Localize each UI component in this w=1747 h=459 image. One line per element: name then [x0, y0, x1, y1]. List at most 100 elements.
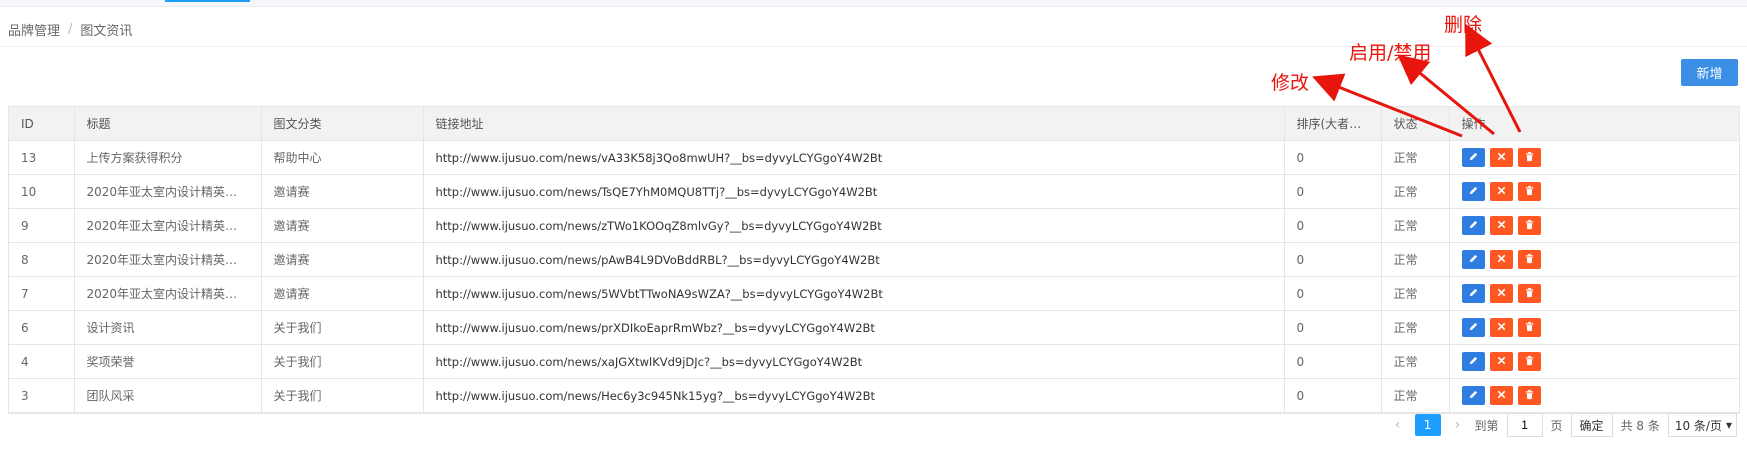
cell-id: 4 [9, 344, 75, 379]
close-icon [1496, 389, 1507, 403]
toggle-status-button[interactable] [1489, 284, 1513, 303]
table-header-row: ID 标题 图文分类 链接地址 排序(大者靠... 状态 操作 [9, 107, 1739, 141]
edit-button[interactable] [1461, 284, 1485, 303]
cell-title: 奖项荣誉 [74, 344, 262, 379]
edit-button[interactable] [1461, 352, 1485, 371]
current-page-button[interactable]: 1 [1414, 414, 1441, 436]
pagination: ‹ 1 › 到第 页 确定 共 8 条 10 条/页 ▾ [1389, 412, 1737, 438]
cell-url: http://www.ijusuo.com/news/vA33K58j3Qo8m… [423, 140, 1285, 175]
cell-url: http://www.ijusuo.com/news/5WVbtTTwoNA9s… [423, 276, 1285, 311]
pencil-icon [1468, 389, 1479, 403]
table-row: 10 2020年亚太室内设计精英邀请赛 邀请赛 http://www.ijusuo.c… [9, 174, 1739, 209]
close-icon [1496, 321, 1507, 335]
pencil-icon [1468, 355, 1479, 369]
delete-button[interactable] [1517, 318, 1541, 337]
cell-category: 邀请赛 [261, 208, 424, 243]
header-category[interactable]: 图文分类 [261, 107, 424, 141]
delete-button[interactable] [1517, 182, 1541, 201]
edit-button[interactable] [1461, 318, 1485, 337]
cell-category: 邀请赛 [261, 174, 424, 209]
cell-id: 8 [9, 242, 75, 277]
cell-title: 2020年亚太室内设计精英邀请... [74, 276, 262, 311]
cell-sort: 0 [1284, 378, 1382, 413]
cell-category: 关于我们 [261, 344, 424, 379]
edit-button[interactable] [1461, 148, 1485, 167]
header-title[interactable]: 标题 [74, 107, 262, 141]
cell-status: 正常 [1381, 208, 1450, 243]
cell-category: 关于我们 [261, 310, 424, 345]
cell-category: 邀请赛 [261, 242, 424, 277]
edit-button[interactable] [1461, 386, 1485, 405]
cell-category: 关于我们 [261, 378, 424, 413]
table-row: 7 2020年亚太室内设计精英邀请... 邀请赛 http://www.ijusuo.… [9, 276, 1739, 311]
header-sort[interactable]: 排序(大者靠... [1284, 107, 1382, 141]
annotation-delete: 删除 [1444, 14, 1483, 36]
breadcrumb-divider [0, 46, 1747, 47]
close-icon [1496, 185, 1507, 199]
cell-sort: 0 [1284, 344, 1382, 379]
cell-status: 正常 [1381, 242, 1450, 277]
goto-confirm-button[interactable]: 确定 [1570, 413, 1613, 437]
toggle-status-button[interactable] [1489, 386, 1513, 405]
table-row: 6 设计资讯 关于我们 http://www.ijusuo.com/news/prXD… [9, 310, 1739, 345]
cell-title: 设计资讯 [74, 310, 262, 345]
cell-category: 帮助中心 [261, 140, 424, 175]
breadcrumb: 品牌管理 / 图文资讯 [8, 19, 132, 39]
toggle-status-button[interactable] [1489, 216, 1513, 235]
toggle-status-button[interactable] [1489, 318, 1513, 337]
header-status[interactable]: 状态 [1381, 107, 1450, 141]
edit-button[interactable] [1461, 216, 1485, 235]
top-tab-bar [0, 0, 1747, 7]
cell-status: 正常 [1381, 276, 1450, 311]
table-row: 9 2020年亚太室内设计精英邀请... 邀请赛 http://www.ijusuo.… [9, 208, 1739, 243]
cell-sort: 0 [1284, 140, 1382, 175]
trash-icon [1524, 253, 1535, 267]
cell-id: 9 [9, 208, 75, 243]
news-table: ID 标题 图文分类 链接地址 排序(大者靠... 状态 操作 13 上传方案获得… [8, 106, 1740, 414]
delete-button[interactable] [1517, 250, 1541, 269]
cell-sort: 0 [1284, 174, 1382, 209]
cell-sort: 0 [1284, 276, 1382, 311]
cell-actions [1449, 310, 1739, 345]
toggle-status-button[interactable] [1489, 250, 1513, 269]
delete-button[interactable] [1517, 284, 1541, 303]
trash-icon [1524, 219, 1535, 233]
cell-url: http://www.ijusuo.com/news/prXDIkoEaprRm… [423, 310, 1285, 345]
cell-url: http://www.ijusuo.com/news/xaJGXtwlKVd9j… [423, 344, 1285, 379]
header-id[interactable]: ID [9, 107, 75, 141]
breadcrumb-current: 图文资讯 [80, 23, 133, 39]
table-row: 13 上传方案获得积分 帮助中心 http://www.ijusuo.com/news… [9, 140, 1739, 175]
cell-url: http://www.ijusuo.com/news/TsQE7YhM0MQU8… [423, 174, 1285, 209]
annotation-toggle: 启用/禁用 [1349, 42, 1432, 64]
prev-page-button[interactable]: ‹ [1389, 414, 1407, 436]
delete-button[interactable] [1517, 386, 1541, 405]
page-size-select[interactable]: 10 条/页 ▾ [1667, 413, 1737, 437]
header-url[interactable]: 链接地址 [423, 107, 1285, 141]
cell-actions [1449, 208, 1739, 243]
delete-button[interactable] [1517, 352, 1541, 371]
chevron-down-icon: ▾ [1725, 418, 1732, 432]
add-button[interactable]: 新增 [1681, 59, 1738, 86]
delete-button[interactable] [1517, 216, 1541, 235]
edit-button[interactable] [1461, 250, 1485, 269]
breadcrumb-root[interactable]: 品牌管理 [8, 20, 60, 39]
toggle-status-button[interactable] [1489, 352, 1513, 371]
cell-title: 2020年亚太室内设计精英邀请... [74, 208, 262, 243]
cell-id: 13 [9, 140, 75, 175]
edit-button[interactable] [1461, 182, 1485, 201]
cell-title: 2020年亚太室内设计精英邀请... [74, 242, 262, 277]
cell-status: 正常 [1381, 378, 1450, 413]
cell-title: 上传方案获得积分 [74, 140, 262, 175]
cell-actions [1449, 140, 1739, 175]
toggle-status-button[interactable] [1489, 182, 1513, 201]
next-page-button[interactable]: › [1449, 414, 1467, 436]
delete-button[interactable] [1517, 148, 1541, 167]
close-icon [1496, 151, 1507, 165]
pencil-icon [1468, 151, 1479, 165]
goto-label: 到第 [1474, 418, 1499, 433]
goto-page-input[interactable] [1506, 413, 1543, 437]
cell-status: 正常 [1381, 140, 1450, 175]
toggle-status-button[interactable] [1489, 148, 1513, 167]
pencil-icon [1468, 287, 1479, 301]
cell-actions [1449, 344, 1739, 379]
